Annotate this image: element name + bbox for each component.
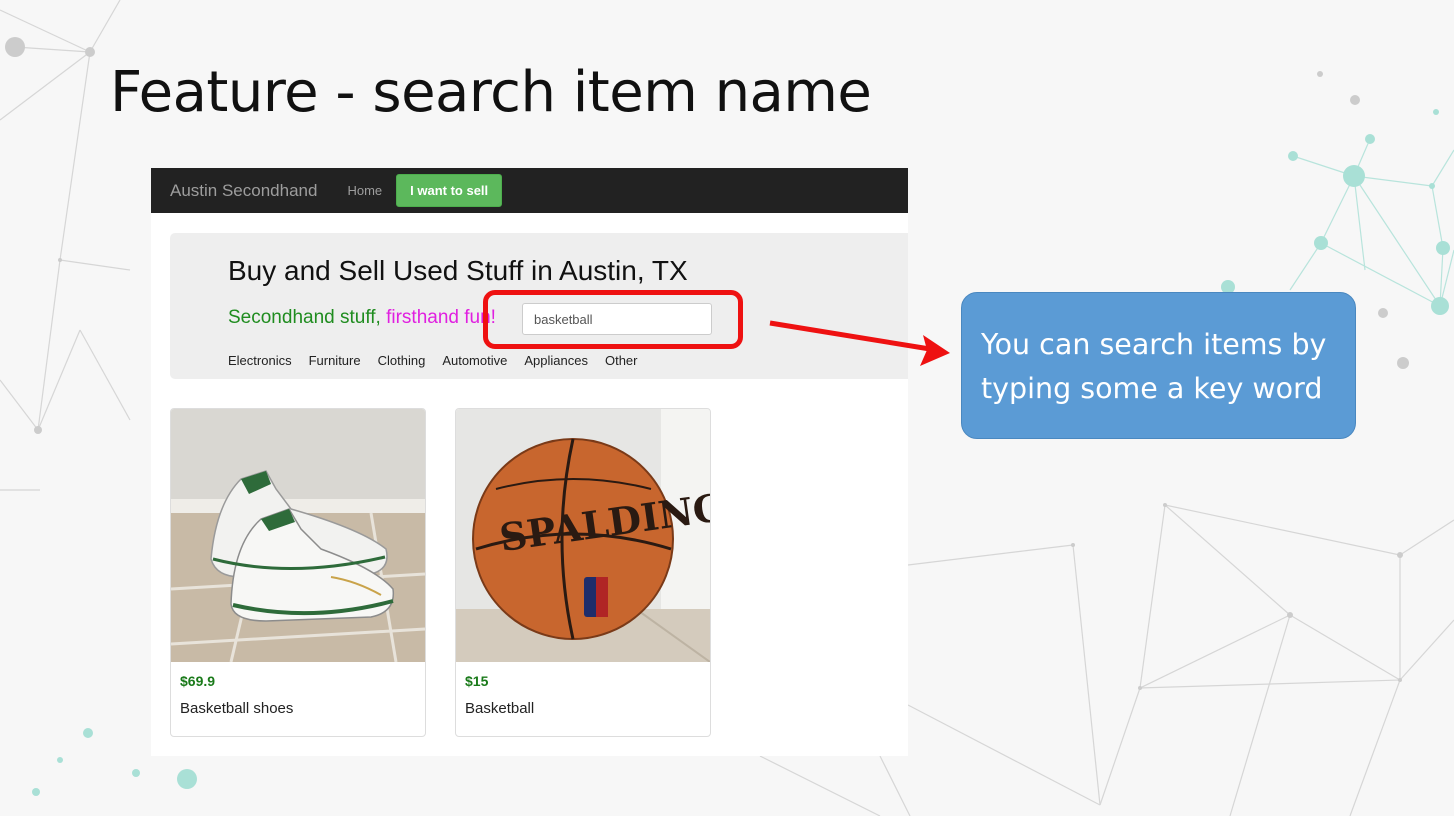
navbar: Austin Secondhand Home I want to sell <box>151 168 908 213</box>
category-electronics[interactable]: Electronics <box>228 353 292 368</box>
sell-button[interactable]: I want to sell <box>396 174 503 207</box>
tagline: Secondhand stuff, firsthand fun! <box>228 307 496 329</box>
category-automotive[interactable]: Automotive <box>442 353 507 368</box>
callout-box: You can search items by typing some a ke… <box>961 292 1356 439</box>
item-name[interactable]: Basketball <box>465 700 534 717</box>
item-price: $69.9 <box>180 673 216 689</box>
item-price: $15 <box>465 673 489 689</box>
item-name[interactable]: Basketball shoes <box>180 700 293 717</box>
item-card[interactable]: SPALDING $15 Basketball <box>455 408 711 737</box>
item-card[interactable]: $69.9 Basketball shoes <box>170 408 426 737</box>
category-furniture[interactable]: Furniture <box>309 353 361 368</box>
arrow-right-icon <box>769 320 950 366</box>
category-other[interactable]: Other <box>605 353 638 368</box>
search-highlight-box <box>483 290 743 349</box>
category-nav: Electronics Furniture Clothing Automotiv… <box>228 353 637 368</box>
sneakers-photo[interactable] <box>171 409 425 662</box>
brand-link[interactable]: Austin Secondhand <box>170 181 317 201</box>
tagline-green-text: Secondhand stuff, <box>228 307 387 328</box>
tagline-magenta-text: firsthand fun! <box>386 307 496 328</box>
slide-title: Feature - search item name <box>110 60 872 125</box>
page-headline: Buy and Sell Used Stuff in Austin, TX <box>228 255 688 286</box>
category-appliances[interactable]: Appliances <box>524 353 588 368</box>
basketball-photo[interactable]: SPALDING <box>456 409 710 662</box>
nav-home-link[interactable]: Home <box>347 183 382 198</box>
callout-text: You can search items by typing some a ke… <box>981 328 1327 405</box>
category-clothing[interactable]: Clothing <box>378 353 426 368</box>
app-screenshot: Austin Secondhand Home I want to sell Bu… <box>151 168 908 756</box>
